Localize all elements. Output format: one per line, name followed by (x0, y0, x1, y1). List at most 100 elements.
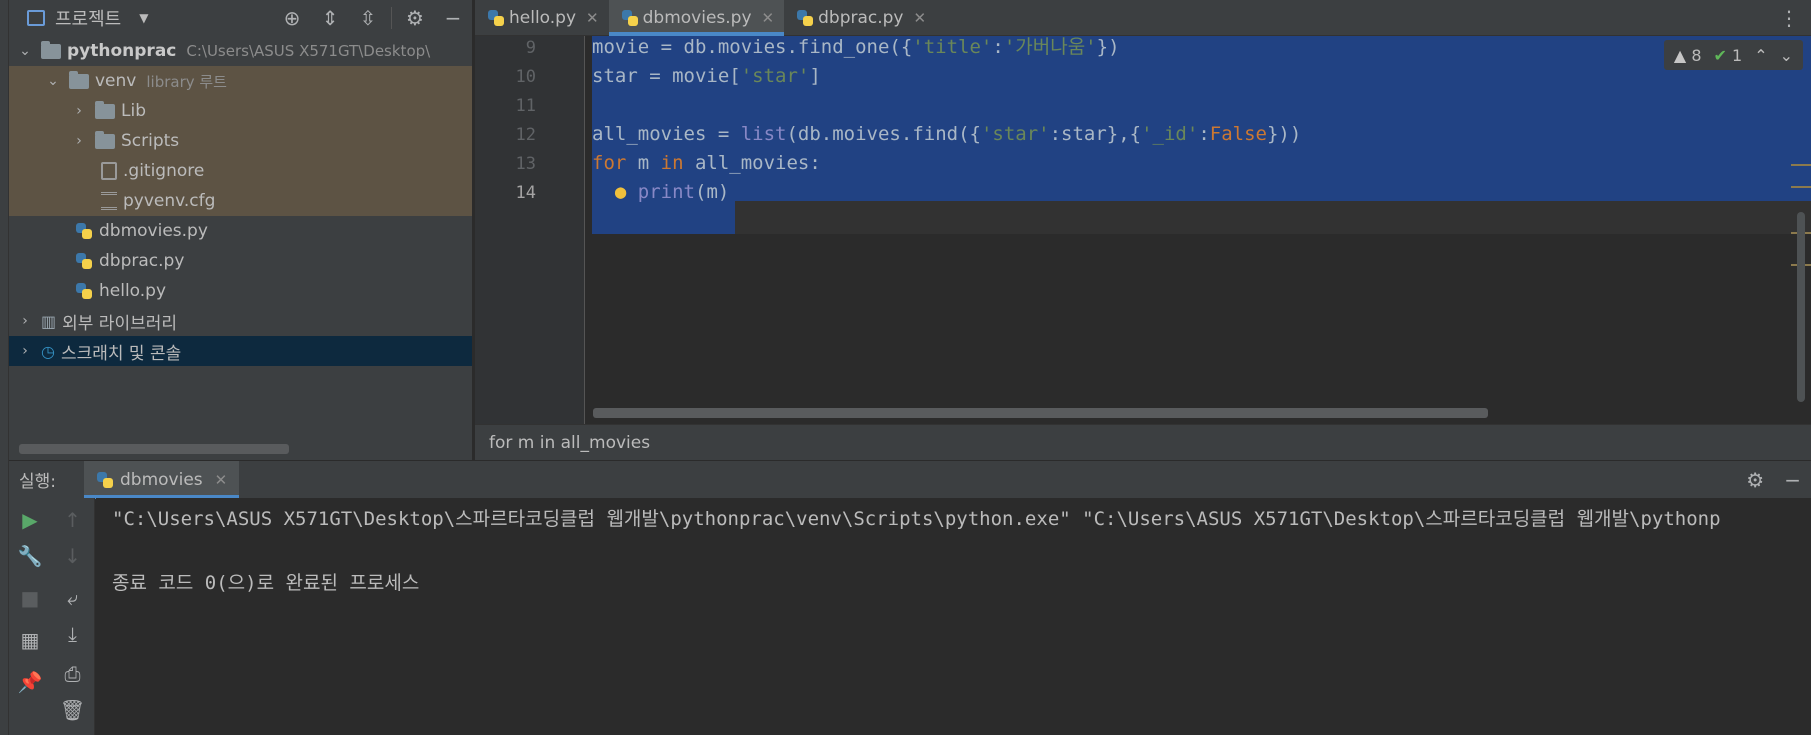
chevron-up-icon[interactable]: ⌃ (1754, 46, 1767, 65)
line-number: 14 (515, 183, 536, 203)
expand-all-icon[interactable]: ⇕ (311, 6, 349, 30)
close-icon[interactable]: ✕ (914, 9, 927, 27)
close-icon[interactable]: ✕ (762, 9, 775, 27)
python-file-icon (96, 471, 114, 489)
python-file-icon (75, 222, 93, 240)
tab-label: dbprac.py (818, 8, 904, 28)
tree-item-label: pythonprac (67, 41, 177, 61)
tree-item-lib[interactable]: › Lib (9, 96, 472, 126)
more-vertical-icon[interactable]: ⋮ (1779, 6, 1799, 30)
left-tool-strip (0, 0, 9, 735)
chevron-down-icon[interactable]: ⌄ (45, 73, 61, 89)
tree-item-label: Scripts (121, 131, 180, 151)
line-number: 9 (525, 38, 536, 58)
project-horizontal-scrollbar[interactable] (19, 444, 289, 454)
tree-item-note: library 루트 (146, 72, 227, 91)
minimize-icon[interactable]: − (434, 6, 472, 30)
arrow-down-icon[interactable]: ↓ (51, 544, 94, 568)
soft-wrap-icon[interactable]: ⤶ (51, 586, 94, 610)
gear-icon[interactable]: ⚙ (396, 6, 434, 30)
tree-item-venv[interactable]: ⌄ venv library 루트 (9, 66, 472, 96)
run-panel-header: 실행: dbmovies ✕ ⚙ − (9, 460, 1811, 499)
code-line: star = movie['star'] (592, 65, 821, 87)
tree-item-label: pyvenv.cfg (123, 191, 216, 211)
warning-count[interactable]: ▲ 8 (1674, 46, 1702, 65)
python-file-icon (621, 9, 639, 27)
line-number: 10 (515, 67, 536, 87)
ignore-file-icon (101, 162, 117, 180)
pin-icon[interactable]: 📌 (9, 670, 51, 694)
tree-item-label: 외부 라이브러리 (62, 313, 178, 334)
lightbulb-icon[interactable]: ● (615, 181, 626, 203)
tree-item-external-libraries[interactable]: › ▥ 외부 라이브러리 (9, 306, 472, 336)
tree-item-label: .gitignore (123, 161, 205, 181)
line-number: 11 (515, 96, 536, 116)
tree-item-hello[interactable]: hello.py (9, 276, 472, 306)
python-file-icon (487, 9, 505, 27)
gear-icon[interactable]: ⚙ (1746, 468, 1764, 492)
tree-item-pyvenv[interactable]: pyvenv.cfg (9, 186, 472, 216)
collapse-all-icon[interactable]: ⇳ (349, 6, 387, 30)
run-header-toolbar: ⚙ − (1746, 461, 1801, 499)
chevron-right-icon[interactable]: › (17, 343, 33, 359)
stop-icon[interactable]: ■ (9, 586, 51, 610)
line-gutter: 9 10 11 12 13 14 (475, 36, 585, 424)
wrench-icon[interactable]: 🔧 (9, 544, 51, 568)
check-icon: ✔ (1713, 45, 1727, 65)
line-number: 12 (515, 125, 536, 145)
trash-icon[interactable]: 🗑 (51, 698, 94, 722)
minimize-icon[interactable]: − (1784, 468, 1801, 492)
chevron-down-icon[interactable]: ⌄ (17, 43, 33, 59)
breadcrumb: for m in all_movies (475, 424, 1811, 460)
project-view-icon (27, 10, 45, 26)
tree-item-gitignore[interactable]: .gitignore (9, 156, 472, 186)
tree-item-scripts[interactable]: › Scripts (9, 126, 472, 156)
locate-icon[interactable]: ⊕ (273, 6, 311, 30)
tree-item-label: 스크래치 및 콘솔 (60, 343, 182, 364)
close-icon[interactable]: ✕ (215, 471, 228, 489)
editor-horizontal-scrollbar[interactable] (593, 408, 1488, 418)
python-file-icon (75, 252, 93, 270)
chevron-right-icon[interactable]: › (71, 103, 87, 119)
run-console[interactable]: "C:\Users\ASUS X571GT\Desktop\스파르타코딩클럽 웹… (96, 498, 1811, 735)
python-file-icon (796, 9, 814, 27)
ok-count[interactable]: ✔ 1 (1714, 46, 1743, 65)
code-editor[interactable]: 9 10 11 12 13 14 movie = db.movies.find_… (475, 36, 1811, 424)
breadcrumb-item[interactable]: for m in all_movies (489, 433, 650, 453)
arrow-up-icon[interactable]: ↑ (51, 508, 94, 532)
code-area[interactable]: movie = db.movies.find_one({'title':'가버나… (592, 36, 1811, 424)
error-stripe-marker[interactable] (1791, 164, 1811, 166)
folder-icon (95, 130, 115, 149)
inspection-widget[interactable]: ▲ 8 ✔ 1 ⌃ ⌄ (1663, 40, 1803, 70)
code-line: ● print(m) (614, 181, 730, 203)
tab-hello[interactable]: hello.py ✕ (475, 0, 609, 36)
tree-item-scratches[interactable]: › ◷ 스크래치 및 콘솔 (9, 336, 472, 366)
project-panel: 프로젝트 ▼ ⊕ ⇕ ⇳ ⚙ − ⌄ pythonprac C:\Users\A… (9, 0, 472, 460)
warning-icon: ▲ (1673, 45, 1687, 65)
scroll-to-end-icon[interactable]: ⤓ (51, 622, 94, 646)
layout-icon[interactable]: ▦ (9, 628, 51, 652)
tree-item-dbmovies[interactable]: dbmovies.py (9, 216, 472, 246)
run-icon[interactable]: ▶ (9, 508, 51, 532)
library-icon: ▥ (41, 311, 57, 331)
chevron-right-icon[interactable]: › (71, 133, 87, 149)
tab-run-dbmovies[interactable]: dbmovies ✕ (84, 460, 240, 499)
project-title[interactable]: 프로젝트 (55, 5, 121, 31)
tree-item-dbprac[interactable]: dbprac.py (9, 246, 472, 276)
folder-icon (95, 100, 115, 119)
print-icon[interactable]: ⎙ (51, 662, 94, 686)
folder-icon (41, 40, 61, 59)
editor-vertical-scrollbar[interactable] (1797, 212, 1805, 402)
close-icon[interactable]: ✕ (586, 9, 599, 27)
tree-item-pythonprac[interactable]: ⌄ pythonprac C:\Users\ASUS X571GT\Deskto… (9, 36, 472, 66)
line-number: 13 (515, 154, 536, 174)
chevron-right-icon[interactable]: › (17, 313, 33, 329)
tree-item-label: dbprac.py (99, 251, 185, 271)
run-tab-label: dbmovies (120, 469, 203, 490)
error-stripe-marker[interactable] (1791, 186, 1811, 188)
chevron-down-icon[interactable]: ⌄ (1780, 46, 1793, 65)
chevron-down-icon[interactable]: ▼ (139, 11, 148, 25)
folder-icon (69, 70, 89, 89)
run-toolbar-primary: ▶ 🔧 ■ ▦ 📌 (9, 498, 51, 735)
tab-label: dbmovies.py (642, 8, 752, 28)
